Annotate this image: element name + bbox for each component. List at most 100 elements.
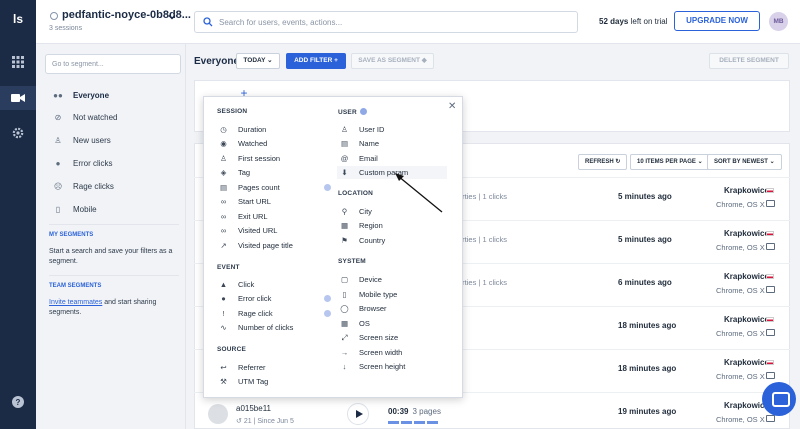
row-user-meta: ↺ 21 | Since Jun 5	[236, 417, 294, 425]
segment-item-everyone[interactable]: ●● Everyone	[53, 88, 109, 102]
add-filter-button[interactable]: ADD FILTER +	[286, 53, 346, 69]
pages-icon: ▤	[219, 183, 228, 192]
row-os: Chrome, OS X	[716, 329, 765, 338]
app-logo[interactable]: ls	[9, 10, 27, 28]
poland-flag-icon	[766, 317, 774, 322]
filter-option-label: Error click	[238, 294, 272, 303]
poland-flag-icon	[766, 360, 774, 365]
row-time: 18 minutes ago	[618, 321, 677, 330]
filter-option-utm-tag[interactable]: ⚒ UTM Tag	[219, 375, 268, 388]
row-user-meta-text: 21 | Since Jun 5	[243, 418, 294, 425]
user-avatar[interactable]: MB	[769, 12, 788, 31]
sort-dropdown[interactable]: SORT BY NEWEST ⌄	[707, 154, 782, 170]
segment-item-error-clicks[interactable]: ● Error clicks	[53, 156, 113, 170]
refresh-icon: ↻	[615, 159, 621, 165]
help-icon[interactable]: ?	[0, 390, 36, 414]
filter-option-country[interactable]: ⚑ Country	[340, 234, 385, 247]
chevron-down-icon: ⌄	[697, 159, 703, 165]
filter-option-pages-count[interactable]: ▤ Pages count	[219, 181, 331, 194]
row-city: Krapkowice	[724, 229, 769, 238]
event-heading: EVENT	[217, 264, 240, 271]
filter-option-city[interactable]: ⚲ City	[340, 205, 372, 218]
filter-option-click[interactable]: ▲ Click	[219, 278, 254, 291]
apps-grid-icon[interactable]	[0, 50, 36, 74]
row-user-id[interactable]: a015be11	[236, 404, 271, 413]
chat-support-icon[interactable]	[762, 382, 796, 416]
refresh-button[interactable]: REFRESH ↻	[578, 154, 628, 170]
items-per-page-dropdown[interactable]: 10 ITEMS PER PAGE ⌄	[630, 154, 710, 170]
segment-item-rage-clicks[interactable]: ☹ Rage clicks	[53, 179, 114, 193]
arrow-right-icon: →	[340, 348, 349, 357]
angry-icon: ☹	[53, 181, 63, 191]
upgrade-now-button[interactable]: UPGRADE NOW	[674, 11, 760, 31]
filter-option-label: Number of clicks	[238, 323, 294, 332]
filter-option-mobile-type[interactable]: ▯ Mobile type	[340, 288, 397, 301]
add-filter-label: ADD FILTER	[294, 57, 333, 64]
filter-option-label: Custom param	[359, 168, 409, 177]
location-heading: LOCATION	[338, 190, 374, 197]
segment-label: Not watched	[73, 112, 118, 122]
invite-teammates-link[interactable]: Invite teammates	[49, 299, 102, 306]
referrer-icon: ↩	[220, 363, 227, 372]
filter-option-screen-width[interactable]: → Screen width	[340, 346, 403, 359]
search-input[interactable]: Search for users, events, actions...	[194, 11, 578, 33]
play-icon[interactable]	[347, 403, 369, 425]
filter-option-rage-click[interactable]: ! Rage click	[219, 307, 331, 320]
filter-option-label: Exit URL	[238, 212, 268, 221]
filter-option-name[interactable]: ▤ Name	[340, 137, 379, 150]
filter-option-visited-url[interactable]: ∞ Visited URL	[219, 224, 278, 237]
filter-option-duration[interactable]: ◷ Duration	[219, 123, 266, 136]
filter-option-os[interactable]: ▦ OS	[340, 317, 370, 330]
segment-item-not-watched[interactable]: ⊘ Not watched	[53, 110, 118, 124]
filter-option-start-url[interactable]: ∞ Start URL	[219, 195, 271, 208]
filter-option-referrer[interactable]: ↩ Referrer	[219, 361, 265, 374]
divider	[49, 275, 179, 276]
filter-option-label: User ID	[359, 125, 385, 134]
filter-option-device[interactable]: ▢ Device	[340, 273, 382, 286]
row-time: 5 minutes ago	[618, 235, 672, 244]
filter-option-browser[interactable]: ◯ Browser	[340, 302, 387, 315]
filter-option-label: Browser	[359, 304, 387, 313]
items-per-page-label: 10 ITEMS PER PAGE	[637, 159, 696, 165]
wrench-icon: ⚒	[220, 377, 227, 386]
delete-segment-button[interactable]: DELETE SEGMENT	[709, 53, 789, 69]
external-link-icon: ↗	[220, 241, 227, 250]
add-filter-dropdown: ✕ SESSION ◷ Duration ◉ Watched ♙ First sess…	[203, 96, 463, 398]
filter-option-screen-height[interactable]: ↓ Screen height	[340, 360, 406, 373]
settings-gear-icon[interactable]	[0, 121, 36, 145]
chevron-down-icon[interactable]	[167, 12, 177, 22]
filter-option-label: City	[359, 207, 372, 216]
filter-option-region[interactable]: ▦ Region	[340, 219, 383, 232]
segment-search-input[interactable]: Go to segment...	[45, 54, 181, 74]
segment-label: Everyone	[73, 90, 110, 100]
filter-option-user-id[interactable]: ♙ User ID	[340, 123, 384, 136]
user-plus-icon: ♙	[220, 154, 227, 163]
segment-item-new-users[interactable]: ♙ New users	[53, 133, 111, 147]
search-placeholder: Search for users, events, actions...	[219, 18, 343, 27]
segment-item-mobile[interactable]: ▯ Mobile	[53, 202, 97, 216]
segment-label: New users	[73, 135, 111, 145]
filter-option-visited-page-title[interactable]: ↗ Visited page title	[219, 239, 293, 252]
filter-option-error-click[interactable]: ● Error click	[219, 292, 331, 305]
top-bar: pedfantic-noyce-0b8d8... 3 sessions Sear…	[36, 0, 800, 44]
segment-label: Mobile	[73, 204, 97, 214]
recordings-video-icon[interactable]	[0, 86, 36, 110]
mobile-icon: ▯	[55, 204, 61, 214]
date-filter-dropdown[interactable]: TODAY ⌄	[236, 53, 280, 69]
filter-option-exit-url[interactable]: ∞ Exit URL	[219, 210, 268, 223]
filter-option-email[interactable]: @ Email	[340, 152, 378, 165]
filter-option-first-session[interactable]: ♙ First session	[219, 152, 280, 165]
filter-option-watched[interactable]: ◉ Watched	[219, 137, 267, 150]
close-icon[interactable]: ✕	[448, 101, 456, 112]
save-as-segment-button[interactable]: SAVE AS SEGMENT ◆	[351, 53, 434, 69]
filter-option-screen-size[interactable]: ⤢ Screen size	[340, 331, 399, 344]
my-segments-heading: MY SEGMENTS	[49, 232, 94, 238]
plus-icon: +	[334, 57, 338, 64]
poland-flag-icon	[766, 188, 774, 193]
filter-option-custom-param[interactable]: ⬇ Custom param	[337, 166, 447, 179]
filter-option-number-of-clicks[interactable]: ∿ Number of clicks	[219, 321, 293, 334]
filter-option-label: Screen width	[359, 348, 403, 357]
filter-option-tag[interactable]: ◈ Tag	[219, 166, 250, 179]
cursor-icon: ▲	[219, 280, 228, 289]
row-events: erties | 1 clicks	[458, 278, 508, 287]
